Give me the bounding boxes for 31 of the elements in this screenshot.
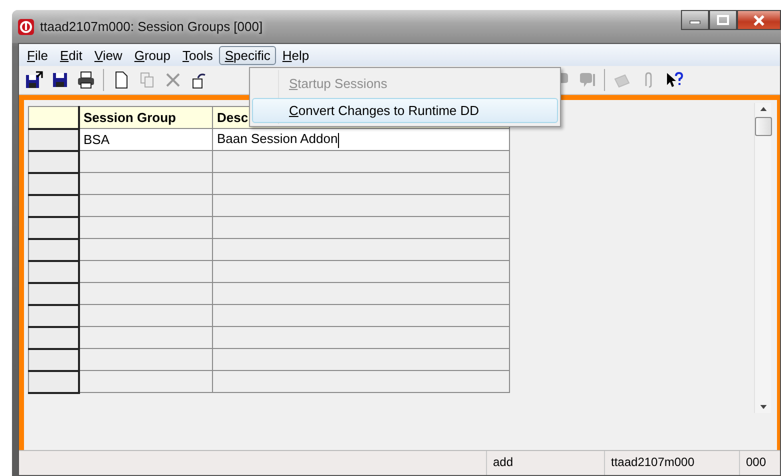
maximize-button[interactable]	[709, 10, 737, 30]
vertical-scrollbar[interactable]	[754, 103, 771, 413]
column-header[interactable]: Session Group	[78, 106, 212, 128]
menu-item[interactable]: Help	[276, 46, 316, 64]
scroll-up-icon	[760, 107, 766, 111]
window-title: ttaad2107m000: Session Groups [000]	[40, 19, 263, 34]
table-cell[interactable]: BSA	[78, 128, 212, 150]
scroll-thumb[interactable]	[754, 117, 772, 136]
app-logo-icon	[18, 18, 34, 34]
maximize-icon	[717, 15, 729, 25]
minimize-button[interactable]	[681, 10, 709, 30]
menu-item[interactable]: Edit	[54, 46, 88, 64]
status-text: add	[486, 451, 604, 475]
menu-item[interactable]: Group	[128, 46, 176, 64]
status-text: ttaad2107m000	[604, 451, 739, 475]
save-icon[interactable]	[51, 71, 69, 89]
status-text: 000	[739, 451, 780, 475]
menu-item[interactable]: View	[88, 46, 128, 64]
menu-item[interactable]: Tools	[176, 46, 219, 64]
row-header[interactable]	[28, 128, 78, 150]
close-icon	[752, 14, 766, 26]
menu-option[interactable]: Convert Changes to Runtime DD	[252, 98, 558, 123]
table-cell[interactable]: Baan Session Addon	[212, 128, 510, 150]
close-button[interactable]	[737, 10, 781, 30]
save-exit-icon[interactable]	[25, 71, 43, 89]
print-icon[interactable]	[77, 71, 95, 89]
help-pointer-icon[interactable]	[665, 71, 683, 89]
menu-item[interactable]: Specific	[218, 46, 276, 64]
scroll-down-icon	[760, 405, 766, 409]
undo-icon[interactable]	[190, 71, 208, 89]
menu-item[interactable]: File	[21, 46, 54, 64]
